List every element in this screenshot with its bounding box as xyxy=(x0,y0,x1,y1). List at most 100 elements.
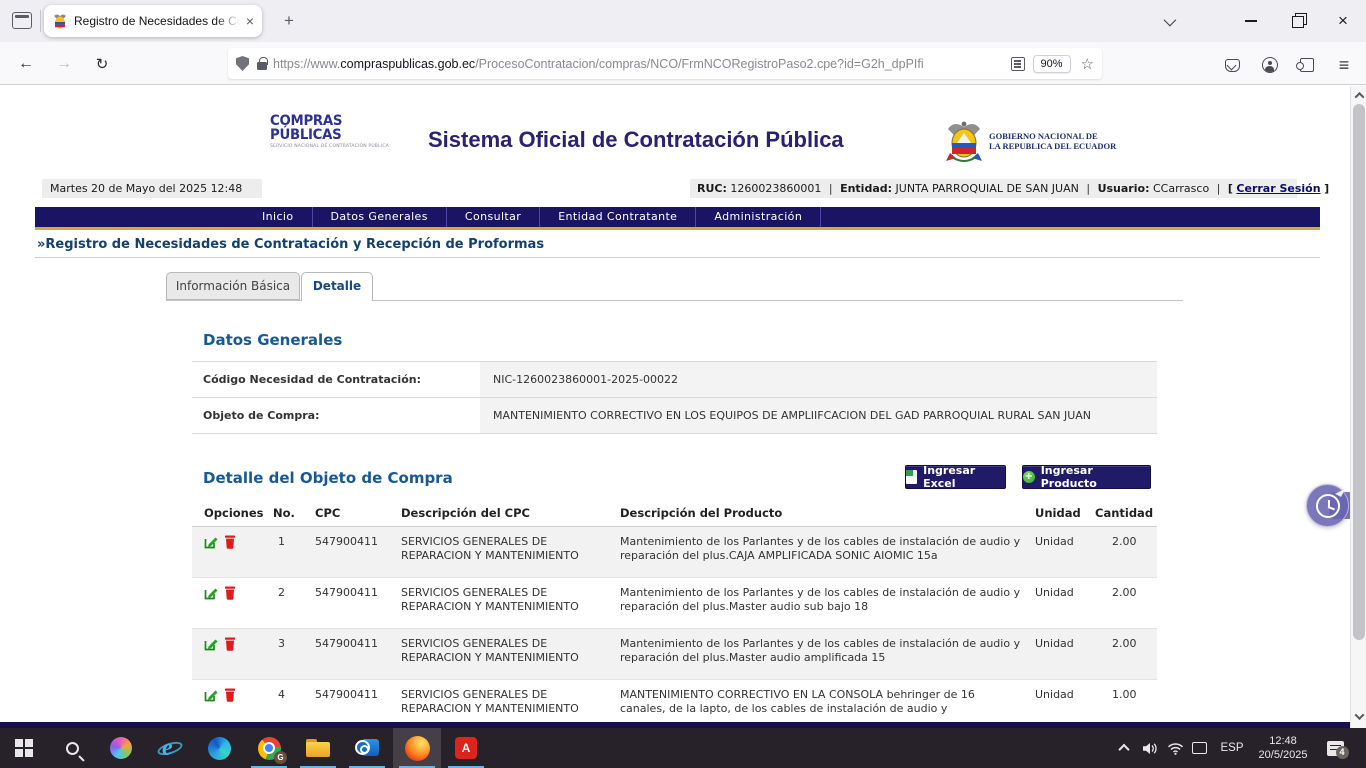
nav-item-inicio[interactable]: Inicio xyxy=(244,207,313,227)
url-text: https://www.compraspublicas.gob.ec/Proce… xyxy=(273,57,1011,71)
logo-line1: COMPRAS xyxy=(270,114,383,128)
web-page: COMPRAS PÚBLICAS SERVICIO NACIONAL DE CO… xyxy=(0,86,1350,728)
reload-button[interactable]: ↻ xyxy=(88,50,116,78)
col-cpc: CPC xyxy=(315,506,401,520)
firefox-view-icon[interactable] xyxy=(12,12,32,29)
scroll-down-arrow[interactable] xyxy=(1351,708,1366,724)
cell-cpc-desc: SERVICIOS GENERALES DE REPARACION Y MANT… xyxy=(401,535,620,577)
display-icon[interactable] xyxy=(1187,728,1211,768)
compras-publicas-logo: COMPRAS PÚBLICAS SERVICIO NACIONAL DE CO… xyxy=(246,114,376,164)
session-box: RUC: 1260023860001 | Entidad: JUNTA PARR… xyxy=(690,179,1297,198)
back-button[interactable]: ← xyxy=(12,50,40,78)
dg-label: Objeto de Compra: xyxy=(192,398,480,433)
page-scrollbar[interactable] xyxy=(1350,86,1366,728)
tray-expand-chevron-icon[interactable] xyxy=(1112,728,1136,768)
cell-cpc: 547900411 xyxy=(315,535,401,577)
excel-icon xyxy=(906,470,917,484)
lock-icon[interactable] xyxy=(257,62,267,70)
cell-cpc: 547900411 xyxy=(315,586,401,628)
ruc-label: RUC: xyxy=(697,182,727,195)
extensions-icon[interactable] xyxy=(1293,51,1321,79)
acrobat-icon[interactable]: A xyxy=(442,728,490,768)
firefox-icon[interactable] xyxy=(393,728,441,768)
dg-value: MANTENIMIENTO CORRECTIVO EN LOS EQUIPOS … xyxy=(480,398,1157,433)
bookmark-star-icon[interactable]: ☆ xyxy=(1081,55,1094,73)
scrollbar-thumb[interactable] xyxy=(1353,104,1365,640)
chrome-icon[interactable]: G xyxy=(245,728,293,768)
page-zoom-badge[interactable]: 90% xyxy=(1033,55,1071,73)
delete-icon[interactable] xyxy=(224,586,236,604)
ingresar-excel-button[interactable]: Ingresar Excel xyxy=(905,465,1006,489)
col-cantidad: Cantidad xyxy=(1095,506,1157,520)
productos-table: Opciones No. CPC Descripción del CPC Des… xyxy=(192,500,1157,728)
edit-icon[interactable] xyxy=(204,586,218,604)
datetime-box: Martes 20 de Mayo del 2025 12:48 xyxy=(42,179,262,198)
tab-list-chevron-icon[interactable] xyxy=(1146,0,1190,42)
gov-line1: GOBIERNO NACIONAL DE xyxy=(989,131,1116,141)
tracking-shield-icon[interactable] xyxy=(236,56,249,71)
wing-icon xyxy=(1335,489,1345,497)
cell-cantidad: 2.00 xyxy=(1095,535,1157,577)
internet-explorer-icon[interactable]: e xyxy=(146,728,194,768)
tab-title: Registro de Necesidades de Con xyxy=(74,14,240,28)
copilot-icon[interactable] xyxy=(97,728,145,768)
browser-toolbar: ← → ↻ https://www.compraspublicas.gob.ec… xyxy=(0,42,1366,85)
cell-cantidad: 2.00 xyxy=(1095,637,1157,679)
pocket-icon[interactable] xyxy=(1218,51,1246,79)
clock-icon xyxy=(1316,494,1340,518)
notification-count-badge: 4 xyxy=(1336,746,1349,759)
windows-taskbar: e G A ESP 12:48 20/5/2025 4 xyxy=(0,728,1366,768)
language-indicator[interactable]: ESP xyxy=(1214,728,1250,768)
breadcrumb-divider xyxy=(35,257,1320,258)
url-bar[interactable]: https://www.compraspublicas.gob.ec/Proce… xyxy=(228,48,1102,79)
file-explorer-icon[interactable] xyxy=(294,728,342,768)
edit-icon[interactable] xyxy=(204,688,218,706)
nav-item-datos-generales[interactable]: Datos Generales xyxy=(313,207,447,227)
nav-item-entidad-contratante[interactable]: Entidad Contratante xyxy=(540,207,696,227)
start-button[interactable] xyxy=(0,728,48,768)
volume-icon[interactable] xyxy=(1138,728,1162,768)
url-domain: compraspublicas.gob.ec xyxy=(340,57,475,71)
entity-value: JUNTA PARROQUIAL DE SAN JUAN xyxy=(896,182,1079,195)
delete-icon[interactable] xyxy=(224,688,236,706)
delete-icon[interactable] xyxy=(224,535,236,553)
account-icon[interactable] xyxy=(1256,51,1284,79)
logout-link[interactable]: Cerrar Sesión xyxy=(1236,182,1320,195)
clock-datetime[interactable]: 12:48 20/5/2025 xyxy=(1252,728,1314,768)
hamburger-menu-icon[interactable]: ≡ xyxy=(1330,51,1358,79)
edit-icon[interactable] xyxy=(204,535,218,553)
search-icon[interactable] xyxy=(48,728,96,768)
ingresar-producto-button[interactable]: + Ingresar Producto xyxy=(1022,465,1151,489)
window-minimize-button[interactable] xyxy=(1229,0,1273,42)
scroll-up-arrow[interactable] xyxy=(1351,87,1366,103)
edge-icon[interactable] xyxy=(195,728,243,768)
forward-button[interactable]: → xyxy=(50,50,78,78)
table-row: 1 547900411 SERVICIOS GENERALES DE REPAR… xyxy=(192,527,1157,578)
browser-titlebar: Registro de Necesidades de Con × + × xyxy=(0,0,1366,42)
edit-icon[interactable] xyxy=(204,637,218,655)
screen: Registro de Necesidades de Con × + × ← →… xyxy=(0,0,1366,768)
table-row: 3 547900411 SERVICIOS GENERALES DE REPAR… xyxy=(192,629,1157,680)
tab-close-icon[interactable]: × xyxy=(246,14,254,28)
floating-clock-widget[interactable] xyxy=(1306,484,1349,527)
window-close-button[interactable]: × xyxy=(1321,0,1365,42)
entity-label: Entidad: xyxy=(840,182,892,195)
cell-cpc-desc: SERVICIOS GENERALES DE REPARACION Y MANT… xyxy=(401,637,620,679)
nav-item-administracion[interactable]: Administración xyxy=(696,207,821,227)
cell-no: 2 xyxy=(273,586,315,628)
tab-informacion-basica[interactable]: Información Básica xyxy=(166,272,300,300)
browser-tab[interactable]: Registro de Necesidades de Con × xyxy=(44,5,262,37)
nav-item-consultar[interactable]: Consultar xyxy=(447,207,540,227)
tab-detalle[interactable]: Detalle xyxy=(301,272,373,301)
logo-tagline: SERVICIO NACIONAL DE CONTRATACIÓN PÚBLIC… xyxy=(270,144,389,149)
breadcrumb: »Registro de Necesidades de Contratación… xyxy=(37,237,544,252)
outlook-icon[interactable] xyxy=(343,728,391,768)
new-tab-button[interactable]: + xyxy=(276,8,302,34)
table-row: 4 547900411 SERVICIOS GENERALES DE REPAR… xyxy=(192,680,1157,728)
reader-mode-icon[interactable] xyxy=(1011,57,1025,71)
chrome-profile-badge: G xyxy=(274,751,287,764)
wifi-icon[interactable] xyxy=(1163,728,1187,768)
delete-icon[interactable] xyxy=(224,637,236,655)
notification-center-icon[interactable]: 4 xyxy=(1318,728,1352,768)
window-restore-button[interactable] xyxy=(1275,0,1319,42)
